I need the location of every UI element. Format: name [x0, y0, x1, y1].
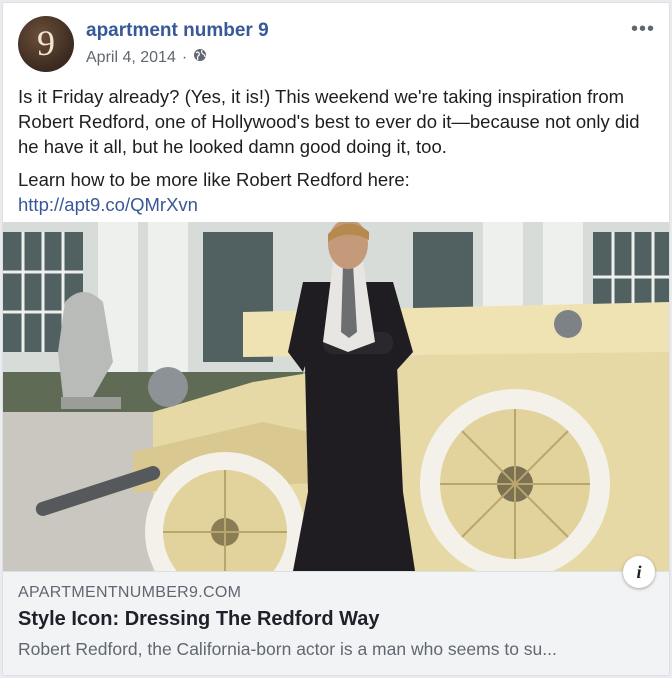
post-paragraph-2: Learn how to be more like Robert Redford…	[18, 167, 651, 217]
link-title[interactable]: Style Icon: Dressing The Redford Way	[18, 608, 656, 631]
post-paragraph-2-text: Learn how to be more like Robert Redford…	[18, 169, 410, 190]
link-preview-image[interactable]	[3, 222, 669, 571]
more-options-icon[interactable]: •••	[631, 18, 655, 41]
photo-illustration	[3, 222, 669, 571]
link-preview-footer[interactable]: APARTMENTNUMBER9.COM Style Icon: Dressin…	[3, 571, 669, 675]
meta-separator: ·	[181, 48, 188, 66]
link-description: Robert Redford, the California-born acto…	[18, 639, 557, 659]
globe-icon[interactable]	[193, 48, 207, 67]
info-icon[interactable]: i	[623, 556, 655, 588]
post-paragraph-1: Is it Friday already? (Yes, it is!) This…	[18, 86, 640, 157]
page-name-link[interactable]: apartment number 9	[86, 20, 269, 42]
post-header: 9 apartment number 9 April 4, 2014 · •••	[18, 16, 669, 74]
post-card: 9 apartment number 9 April 4, 2014 · •••…	[2, 2, 670, 676]
post-text: Is it Friday already? (Yes, it is!) This…	[18, 84, 651, 225]
avatar-logo: 9	[37, 23, 55, 63]
avatar[interactable]: 9	[18, 16, 74, 72]
post-date[interactable]: April 4, 2014	[86, 49, 176, 67]
link-domain: APARTMENTNUMBER9.COM	[18, 584, 242, 601]
post-meta: April 4, 2014 ·	[86, 48, 207, 67]
post-link[interactable]: http://apt9.co/QMrXvn	[18, 192, 651, 217]
